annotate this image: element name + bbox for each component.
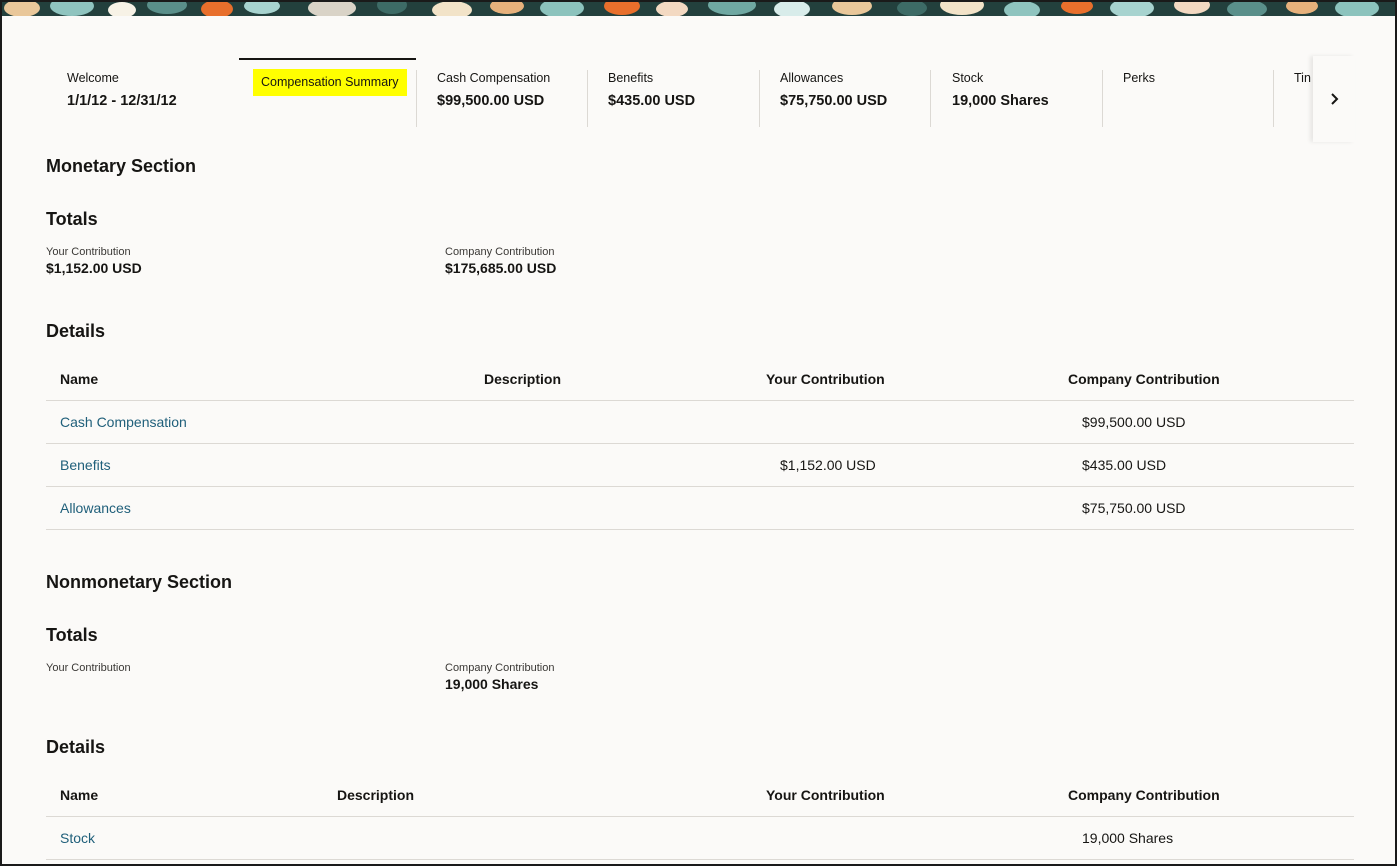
row-company-contribution-cell: 19,000 Shares <box>1068 816 1354 860</box>
monetary-your-contribution-value: $1,152.00 USD <box>46 260 142 276</box>
row-description-cell <box>484 400 766 444</box>
row-your-contribution-cell <box>766 400 1068 444</box>
app-window: Welcome 1/1/12 - 12/31/12 Compensation S… <box>0 0 1397 866</box>
nonmonetary-totals-title: Totals <box>46 625 98 645</box>
allowances-link[interactable]: Allowances <box>60 500 131 516</box>
chevron-right-icon <box>1331 93 1339 105</box>
tab-benefits[interactable]: Benefits $435.00 USD <box>608 58 756 128</box>
table-row: Benefits $1,152.00 USD $435.00 USD <box>46 443 1354 487</box>
tab-divider <box>1273 70 1274 127</box>
tab-value: 19,000 Shares <box>952 93 1049 109</box>
nonmonetary-details-title: Details <box>46 737 106 757</box>
cash-compensation-link[interactable]: Cash Compensation <box>60 414 187 430</box>
nonmonetary-your-contribution-label: Your Contribution <box>46 662 131 674</box>
summary-tab-strip: Welcome 1/1/12 - 12/31/12 Compensation S… <box>45 58 1355 128</box>
tab-value: $99,500.00 USD <box>437 93 545 109</box>
tab-value: 1/1/12 - 12/31/12 <box>67 93 177 109</box>
column-header-company-contribution: Company Contribution <box>1068 358 1354 401</box>
monetary-totals-title: Totals <box>46 209 98 229</box>
tab-partial[interactable]: Tin <box>1294 58 1314 128</box>
monetary-details-title: Details <box>46 321 106 341</box>
table-row: Allowances $75,750.00 USD <box>46 486 1354 530</box>
benefits-link[interactable]: Benefits <box>60 457 111 473</box>
column-header-description: Description <box>337 774 766 817</box>
tab-label: Benefits <box>608 71 654 85</box>
monetary-section-title: Monetary Section <box>46 156 197 176</box>
column-header-name: Name <box>46 358 484 401</box>
tab-label: Perks <box>1123 71 1155 85</box>
tab-label: Cash Compensation <box>437 71 551 85</box>
tab-allowances[interactable]: Allowances $75,750.00 USD <box>780 58 928 128</box>
row-company-contribution-cell: $435.00 USD <box>1068 443 1354 487</box>
tab-value: $75,750.00 USD <box>780 93 888 109</box>
tab-cash-compensation[interactable]: Cash Compensation $99,500.00 USD <box>437 58 585 128</box>
header-banner <box>2 2 1395 16</box>
row-description-cell <box>484 486 766 530</box>
row-description-cell <box>337 816 766 860</box>
monetary-company-contribution-label: Company Contribution <box>445 246 555 258</box>
row-name-cell: Stock <box>46 816 337 860</box>
row-company-contribution-cell: $75,750.00 USD <box>1068 486 1354 530</box>
nonmonetary-company-contribution-label: Company Contribution <box>445 662 555 674</box>
tab-perks[interactable]: Perks <box>1123 58 1271 128</box>
tab-label: Compensation Summary <box>253 69 407 96</box>
table-row: Cash Compensation $99,500.00 USD <box>46 400 1354 444</box>
tab-welcome[interactable]: Welcome 1/1/12 - 12/31/12 <box>67 58 237 128</box>
table-row: Stock 19,000 Shares <box>46 816 1354 860</box>
row-your-contribution-cell <box>766 816 1068 860</box>
row-name-cell: Cash Compensation <box>46 400 484 444</box>
tab-value: $435.00 USD <box>608 93 696 109</box>
tabs-next-button[interactable] <box>1313 56 1355 142</box>
column-header-company-contribution: Company Contribution <box>1068 774 1354 817</box>
tab-divider <box>930 70 931 127</box>
tab-divider <box>1102 70 1103 127</box>
column-header-name: Name <box>46 774 337 817</box>
tab-divider <box>587 70 588 127</box>
tab-label: Welcome <box>67 71 119 85</box>
row-name-cell: Allowances <box>46 486 484 530</box>
nonmonetary-details-table: Name Description Your Contribution Compa… <box>46 774 1354 860</box>
tab-label: Tin <box>1294 71 1311 85</box>
tab-divider <box>759 70 760 127</box>
column-header-your-contribution: Your Contribution <box>766 358 1068 401</box>
tab-label: Stock <box>952 71 984 85</box>
stock-link[interactable]: Stock <box>60 830 95 846</box>
column-header-description: Description <box>484 358 766 401</box>
row-company-contribution-cell: $99,500.00 USD <box>1068 400 1354 444</box>
monetary-your-contribution-label: Your Contribution <box>46 246 131 258</box>
table-header-row: Name Description Your Contribution Compa… <box>46 774 1354 817</box>
nonmonetary-section-title: Nonmonetary Section <box>46 572 233 592</box>
table-header-row: Name Description Your Contribution Compa… <box>46 358 1354 401</box>
nonmonetary-company-contribution-value: 19,000 Shares <box>445 676 539 692</box>
row-description-cell <box>484 443 766 487</box>
monetary-company-contribution-value: $175,685.00 USD <box>445 260 557 276</box>
tab-divider <box>416 70 417 127</box>
tab-compensation-summary[interactable]: Compensation Summary <box>239 58 416 128</box>
tab-label: Allowances <box>780 71 844 85</box>
column-header-your-contribution: Your Contribution <box>766 774 1068 817</box>
row-your-contribution-cell <box>766 486 1068 530</box>
row-your-contribution-cell: $1,152.00 USD <box>766 443 1068 487</box>
monetary-details-table: Name Description Your Contribution Compa… <box>46 358 1354 530</box>
row-name-cell: Benefits <box>46 443 484 487</box>
tab-stock[interactable]: Stock 19,000 Shares <box>952 58 1100 128</box>
